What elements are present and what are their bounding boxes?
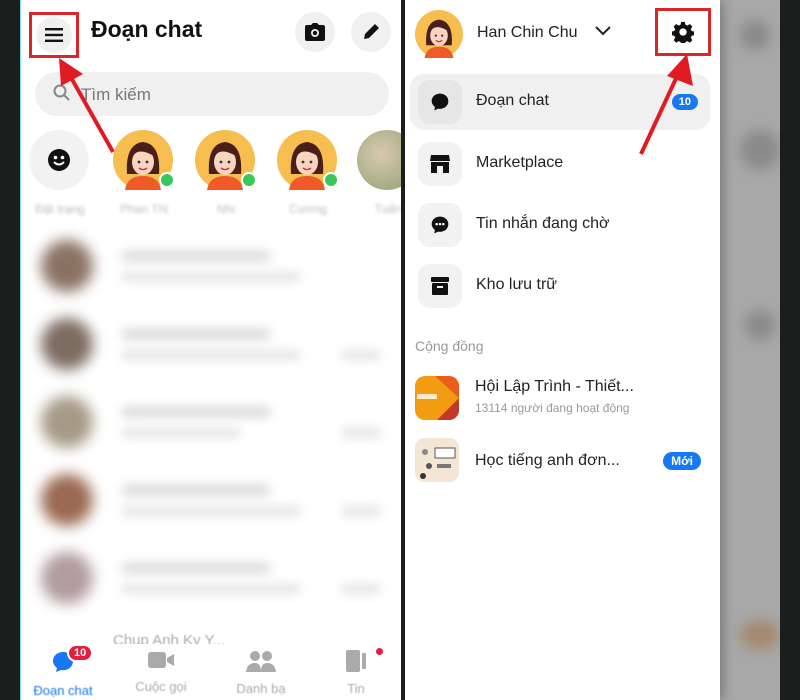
nav-label: Danh bạ — [236, 681, 286, 696]
dimmed-overlay[interactable] — [720, 0, 780, 700]
archive-icon — [431, 277, 449, 295]
menu-label: Tin nhắn đang chờ — [476, 215, 610, 232]
nav-label: Tin — [347, 681, 365, 696]
side-drawer: Han Chin Chu Đoạn chat 10 Marketplace Ti… — [405, 0, 720, 700]
page-title: Đoạn chat — [91, 16, 203, 42]
story-label: Phan Thị — [120, 202, 168, 216]
menu-icon-wrap — [418, 203, 462, 247]
menu-button-highlight[interactable] — [29, 12, 79, 58]
avatar — [357, 130, 401, 190]
menu-icon-wrap — [418, 264, 462, 308]
side-drawer-screen: Han Chin Chu Đoạn chat 10 Marketplace Ti… — [405, 0, 780, 700]
bottom-nav: 10 Đoạn chat Cuộc gọi Danh bạ Tin — [21, 644, 401, 700]
menu-icon-wrap — [418, 80, 462, 124]
compose-button[interactable] — [351, 12, 391, 52]
section-title: Cộng đồng — [415, 338, 484, 354]
community-item[interactable]: Hội Lập Trình - Thiết... 13114 người đan… — [415, 374, 715, 426]
stories-icon — [346, 650, 366, 672]
story-item[interactable]: Phan Thị — [113, 130, 175, 216]
video-camera-icon — [148, 652, 174, 668]
unread-badge: 10 — [67, 644, 94, 662]
avatar — [113, 130, 175, 190]
menu-label: Marketplace — [476, 154, 564, 171]
annotation-arrow — [59, 58, 115, 153]
menu-label: Đoạn chat — [476, 92, 549, 109]
avatar — [195, 130, 257, 190]
profile-name[interactable]: Han Chin Chu — [477, 24, 578, 42]
store-icon — [430, 155, 450, 173]
girl-avatar-icon — [415, 10, 463, 58]
story-label: Cương — [289, 202, 327, 216]
community-activity: 13114 người đang hoạt động — [475, 401, 630, 415]
online-indicator — [323, 172, 339, 188]
new-badge: Mới — [663, 452, 701, 470]
profile-avatar[interactable] — [415, 10, 463, 58]
people-icon — [246, 651, 276, 672]
gear-icon — [672, 21, 694, 43]
pencil-icon — [364, 24, 379, 39]
story-item[interactable]: Cương — [277, 130, 339, 216]
hamburger-icon — [45, 28, 63, 42]
annotation-arrow — [639, 54, 693, 155]
menu-icon-wrap — [418, 142, 462, 186]
online-indicator — [241, 172, 257, 188]
story-item[interactable]: Nhi — [195, 130, 257, 216]
nav-tab-calls[interactable]: Cuộc gọi — [121, 650, 201, 694]
chat-bubble-icon — [431, 93, 449, 111]
menu-item-archive[interactable]: Kho lưu trữ — [410, 258, 710, 314]
nav-label: Cuộc gọi — [135, 679, 187, 694]
menu-item-pending-messages[interactable]: Tin nhắn đang chờ — [410, 197, 710, 253]
chat-list-item[interactable] — [31, 232, 391, 302]
community-name: Học tiếng anh đơn... — [475, 452, 620, 469]
story-label: Đặt trạng — [35, 202, 85, 216]
camera-button[interactable] — [295, 12, 335, 52]
online-indicator — [159, 172, 175, 188]
nav-tab-stories[interactable]: Tin — [316, 648, 396, 696]
nav-tab-contacts[interactable]: Danh bạ — [221, 650, 301, 696]
community-logo-icon — [415, 438, 459, 482]
chat-list-item[interactable] — [31, 388, 391, 458]
story-label: Nhi — [216, 202, 235, 216]
hamburger-menu-button[interactable] — [36, 17, 72, 53]
community-avatar — [415, 438, 459, 482]
settings-button[interactable] — [655, 8, 711, 56]
community-avatar — [415, 376, 459, 420]
chat-list-item[interactable] — [31, 466, 391, 536]
chat-list-item[interactable] — [31, 544, 391, 614]
chat-list-item[interactable] — [31, 310, 391, 380]
chat-list-screen: Đoạn chat Tìm kiếm Đặt trạng Phan Thị Nh… — [20, 0, 401, 700]
community-item[interactable]: Học tiếng anh đơn... Mới — [415, 436, 715, 488]
story-item[interactable]: Tuấn — [357, 130, 401, 216]
avatar — [277, 130, 339, 190]
message-dots-icon — [431, 216, 449, 234]
camera-icon — [305, 23, 325, 41]
menu-label: Kho lưu trữ — [476, 276, 558, 293]
nav-label: Đoạn chat — [33, 683, 93, 698]
community-name: Hội Lập Trình - Thiết... — [475, 378, 634, 395]
nav-tab-chats[interactable]: 10 Đoạn chat — [23, 644, 103, 698]
notification-dot — [376, 648, 383, 655]
chevron-down-icon[interactable] — [595, 26, 611, 36]
story-label: Tuấn — [374, 202, 401, 216]
community-logo-icon — [415, 376, 459, 420]
